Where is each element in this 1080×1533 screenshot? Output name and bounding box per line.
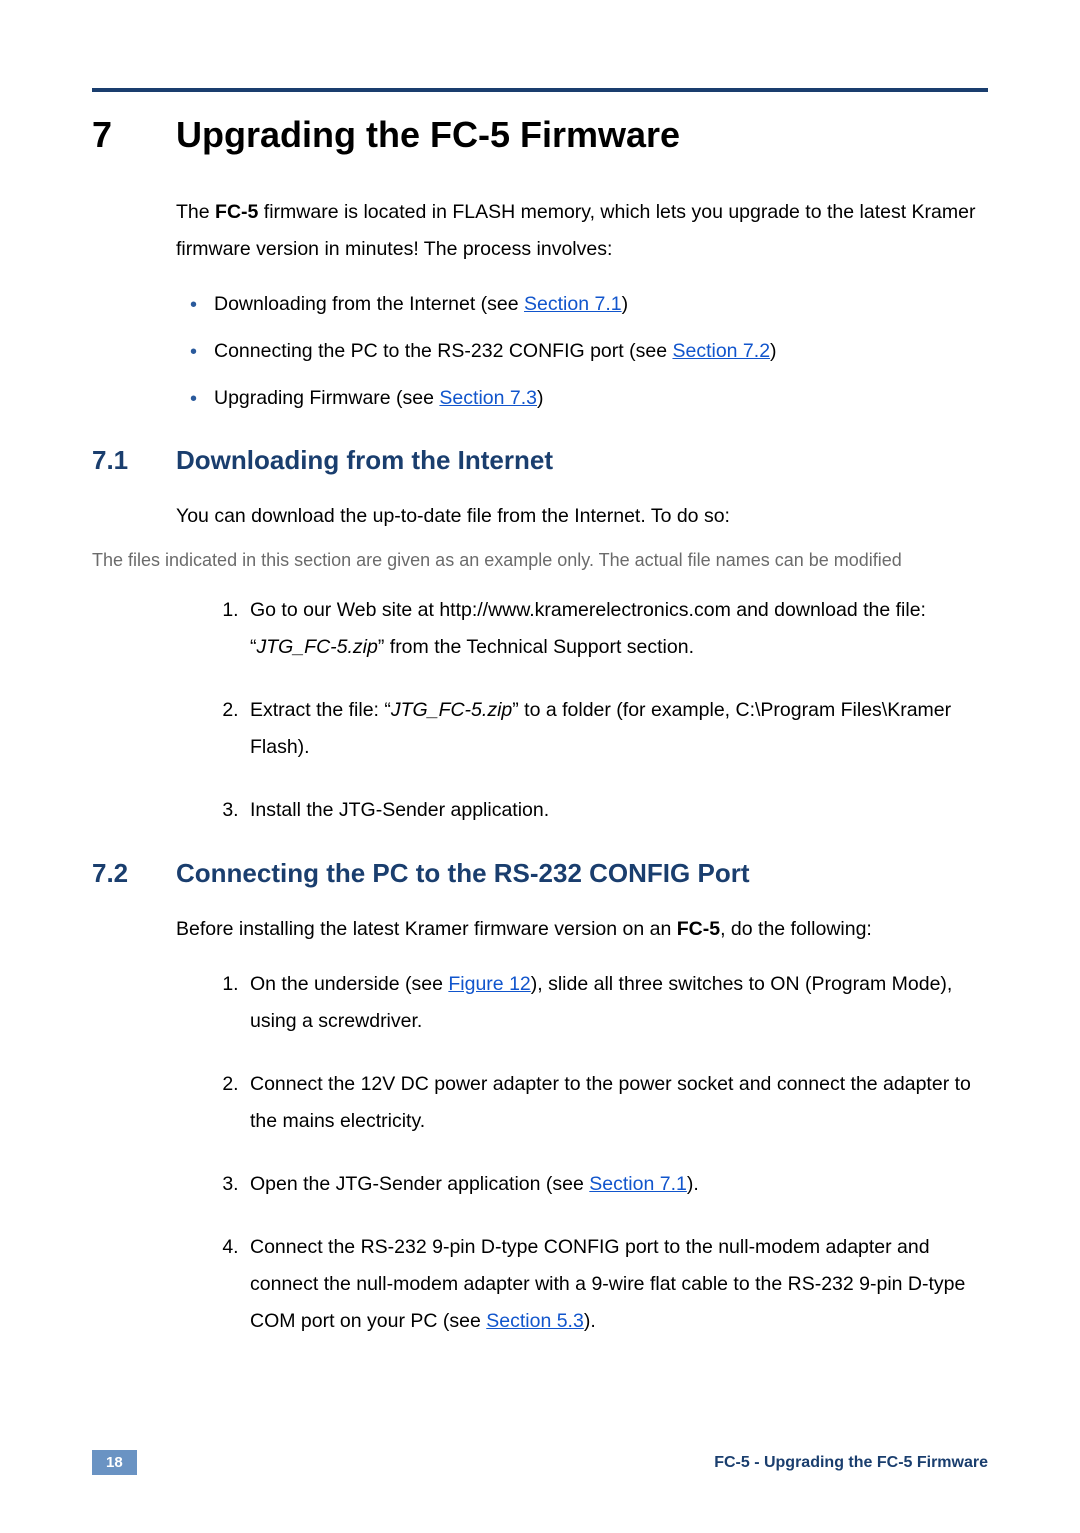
bullet-suffix: ): [537, 387, 544, 409]
bullet-item: Upgrading Firmware (see Section 7.3): [214, 380, 988, 417]
bullet-link[interactable]: Section 7.2: [672, 340, 770, 362]
sub2-intro: Before installing the latest Kramer firm…: [176, 911, 988, 948]
list-item: Go to our Web site at http://www.kramere…: [244, 592, 988, 666]
bullet-item: Connecting the PC to the RS-232 CONFIG p…: [214, 333, 988, 370]
page-number-badge: 18: [92, 1450, 137, 1475]
sub2-intro-pre: Before installing the latest Kramer firm…: [176, 918, 677, 940]
step-link[interactable]: Section 7.1: [589, 1173, 687, 1195]
list-item: Open the JTG-Sender application (see Sec…: [244, 1166, 988, 1203]
step-link[interactable]: Section 5.3: [486, 1310, 584, 1332]
intro-rest: firmware is located in FLASH memory, whi…: [176, 201, 975, 260]
intro-model: FC-5: [215, 201, 258, 223]
section-number: 7: [92, 114, 176, 156]
page-content: 7 Upgrading the FC-5 Firmware The FC-5 f…: [0, 0, 1080, 1340]
bullet-text: Connecting the PC to the RS-232 CONFIG p…: [214, 340, 672, 362]
list-item: Connect the 12V DC power adapter to the …: [244, 1066, 988, 1140]
subsection-title: Connecting the PC to the RS-232 CONFIG P…: [176, 858, 749, 889]
sub1-note: The files indicated in this section are …: [92, 547, 988, 574]
step-link[interactable]: Figure 12: [448, 973, 530, 995]
footer-title: FC-5 - Upgrading the FC-5 Firmware: [714, 1454, 988, 1472]
step-post: ).: [687, 1173, 699, 1195]
sub1-steps-block: Go to our Web site at http://www.kramere…: [176, 592, 988, 829]
step-pre: Extract the file: “: [250, 699, 391, 721]
intro-paragraph: The FC-5 firmware is located in FLASH me…: [176, 194, 988, 268]
intro-bullets: Downloading from the Internet (see Secti…: [176, 286, 988, 417]
bullet-text: Upgrading Firmware (see: [214, 387, 439, 409]
section-heading: 7 Upgrading the FC-5 Firmware: [92, 114, 988, 156]
list-item: Connect the RS-232 9-pin D-type CONFIG p…: [244, 1229, 988, 1340]
sub2-intro-bold: FC-5: [677, 918, 720, 940]
subsection-heading: 7.2 Connecting the PC to the RS-232 CONF…: [92, 858, 988, 889]
subsection-number: 7.2: [92, 858, 176, 889]
bullet-suffix: ): [770, 340, 777, 362]
step-italic: JTG_FC-5.zip: [391, 699, 512, 721]
list-item: Extract the file: “JTG_FC-5.zip” to a fo…: [244, 692, 988, 766]
sub2-steps-block: On the underside (see Figure 12), slide …: [176, 966, 988, 1340]
step-post: ” from the Technical Support section.: [378, 636, 694, 658]
sub1-intro: You can download the up-to-date file fro…: [176, 498, 988, 535]
bullet-text: Downloading from the Internet (see: [214, 293, 524, 315]
bullet-link[interactable]: Section 7.3: [439, 387, 537, 409]
list-item: Install the JTG-Sender application.: [244, 792, 988, 829]
section-title: Upgrading the FC-5 Firmware: [176, 114, 680, 156]
bullet-item: Downloading from the Internet (see Secti…: [214, 286, 988, 323]
step-pre: Install the JTG-Sender application.: [250, 799, 549, 821]
step-pre: Connect the 12V DC power adapter to the …: [250, 1073, 971, 1132]
subsection-title: Downloading from the Internet: [176, 445, 553, 476]
top-rule: [92, 88, 988, 92]
bullet-suffix: ): [622, 293, 629, 315]
step-italic: JTG_FC-5.zip: [257, 636, 378, 658]
subsection-heading: 7.1 Downloading from the Internet: [92, 445, 988, 476]
bullet-link[interactable]: Section 7.1: [524, 293, 622, 315]
step-pre: Connect the RS-232 9-pin D-type CONFIG p…: [250, 1236, 965, 1332]
intro-prefix: The: [176, 201, 215, 223]
list-item: On the underside (see Figure 12), slide …: [244, 966, 988, 1040]
page-footer: 18 FC-5 - Upgrading the FC-5 Firmware: [92, 1450, 988, 1475]
step-pre: On the underside (see: [250, 973, 448, 995]
step-post: ).: [584, 1310, 596, 1332]
sub2-intro-post: , do the following:: [720, 918, 872, 940]
step-pre: Open the JTG-Sender application (see: [250, 1173, 589, 1195]
subsection-number: 7.1: [92, 445, 176, 476]
